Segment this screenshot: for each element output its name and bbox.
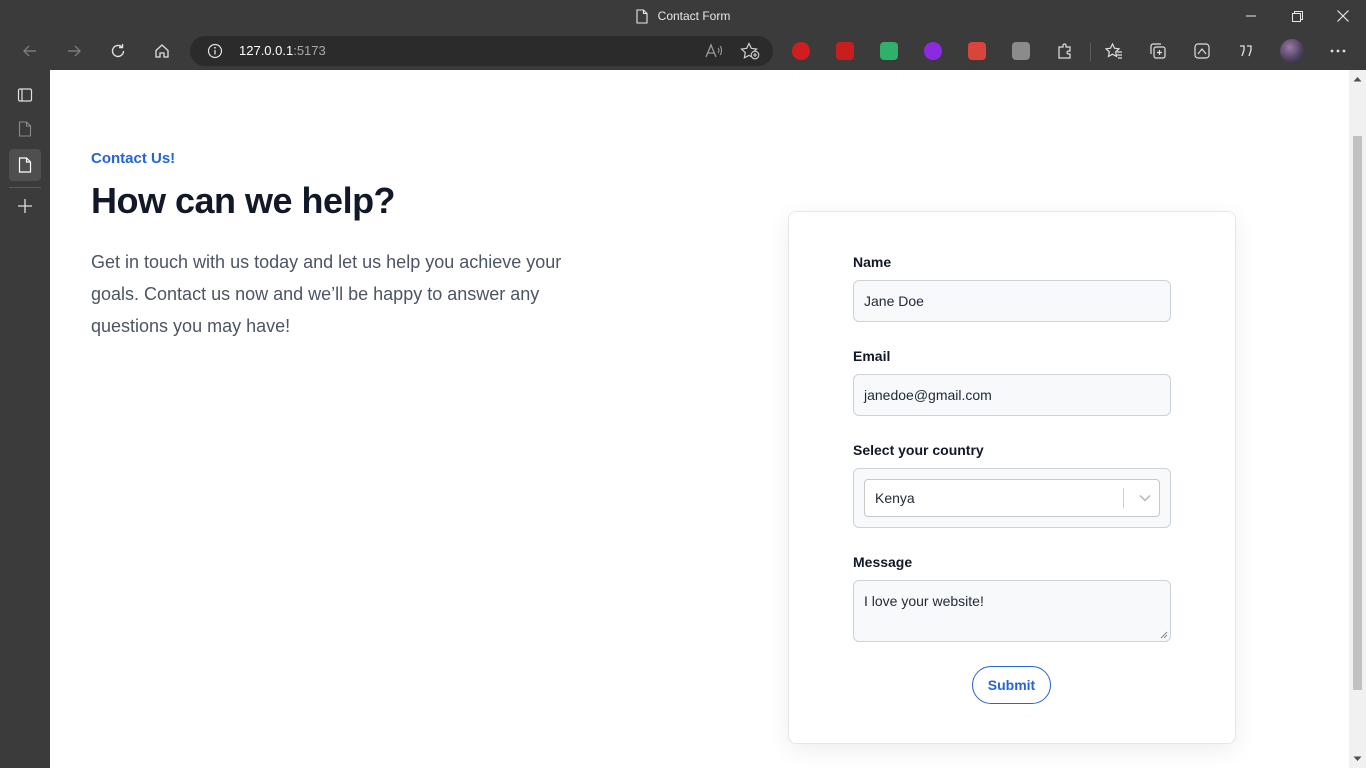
screenshot-icon[interactable] (1186, 35, 1218, 67)
tab-actions-icon[interactable] (9, 79, 41, 111)
restore-icon[interactable] (1274, 0, 1320, 32)
name-field[interactable]: Jane Doe (853, 280, 1171, 322)
country-label: Select your country (853, 442, 984, 458)
quote-icon[interactable] (1230, 35, 1262, 67)
home-icon[interactable] (146, 35, 178, 67)
page-icon[interactable] (9, 113, 41, 145)
chevron-down-icon[interactable] (1131, 480, 1159, 516)
extensions-icon[interactable] (1049, 35, 1081, 67)
active-page-icon[interactable] (9, 149, 41, 181)
new-tab-icon[interactable] (9, 190, 41, 222)
email-label: Email (853, 348, 891, 364)
scroll-down-icon[interactable] (1353, 756, 1362, 762)
tab-title-area[interactable]: Contact Form (0, 0, 1366, 32)
page-scrollbar[interactable] (1349, 70, 1366, 768)
favorites-icon[interactable] (1098, 35, 1130, 67)
contact-eyebrow: Contact Us! (91, 150, 176, 167)
country-select[interactable]: Kenya (864, 479, 1160, 517)
collections-icon[interactable] (1142, 35, 1174, 67)
url-port: :5173 (293, 43, 326, 58)
select-indicator-separator (1123, 488, 1124, 508)
profile-avatar[interactable] (1276, 35, 1308, 67)
page-content: Contact Us! How can we help? Get in touc… (50, 70, 1349, 768)
red-extension-icon[interactable] (968, 42, 986, 60)
message-label: Message (853, 554, 913, 570)
resize-handle-icon[interactable] (1160, 631, 1168, 639)
purple-extension-icon[interactable] (924, 42, 942, 60)
scrollbar-thumb[interactable] (1353, 136, 1362, 690)
message-text: I love your website! (864, 593, 984, 609)
more-icon[interactable] (1322, 35, 1354, 67)
refresh-icon[interactable] (102, 35, 134, 67)
window-titlebar: Contact Form (0, 0, 1366, 32)
close-icon[interactable] (1320, 0, 1366, 32)
forward-icon[interactable] (58, 35, 90, 67)
grey-extension-icon[interactable] (1012, 42, 1030, 60)
tab-title: Contact Form (657, 9, 731, 23)
message-textarea[interactable]: I love your website! (853, 580, 1171, 642)
intro-paragraph: Get in touch with us today and let us he… (91, 252, 562, 336)
minimize-icon[interactable] (1228, 0, 1274, 32)
email-field[interactable]: janedoe@gmail.com (853, 374, 1171, 416)
back-icon[interactable] (14, 35, 46, 67)
browser-toolbar: 127.0.0.1:5173 (0, 32, 1366, 70)
country-select-wrapper: Kenya (853, 468, 1171, 528)
address-bar[interactable]: 127.0.0.1:5173 (190, 36, 773, 66)
sidebar-divider (9, 187, 41, 188)
submit-button[interactable]: Submit (972, 666, 1051, 704)
page-title: How can we help? (91, 180, 396, 221)
toolbar-divider (1090, 43, 1091, 61)
contact-form-card: Name Jane Doe Email janedoe@gmail.com Se… (788, 211, 1236, 744)
country-select-value: Kenya (875, 490, 915, 506)
ublock-extension-icon[interactable] (792, 42, 810, 60)
favorite-add-icon[interactable] (740, 42, 760, 65)
url-text[interactable]: 127.0.0.1:5173 (239, 36, 326, 66)
color-picker-extension-icon[interactable] (836, 42, 854, 60)
green-extension-icon[interactable] (880, 42, 898, 60)
url-host: 127.0.0.1 (239, 43, 294, 58)
read-aloud-icon[interactable] (705, 43, 723, 64)
scroll-up-icon[interactable] (1353, 76, 1362, 82)
site-info-icon[interactable] (207, 43, 223, 64)
page-icon (636, 8, 648, 24)
name-label: Name (853, 254, 892, 270)
vertical-tabs-sidebar (0, 70, 50, 768)
